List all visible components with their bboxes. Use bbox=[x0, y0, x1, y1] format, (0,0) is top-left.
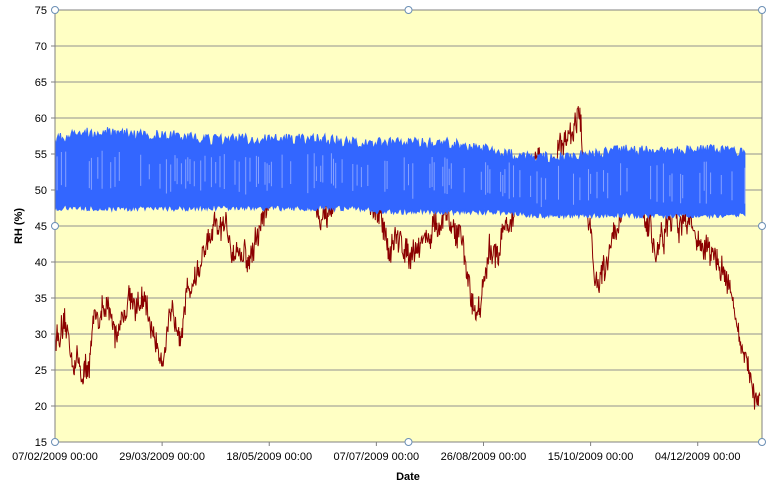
y-axis-title: RH (%) bbox=[13, 208, 25, 244]
y-tick-label: 65 bbox=[35, 77, 47, 89]
x-tick-label: 29/03/2009 00:00 bbox=[119, 451, 205, 463]
x-tick-label: 18/05/2009 00:00 bbox=[226, 451, 312, 463]
selection-handle[interactable] bbox=[758, 222, 766, 230]
x-axis: 07/02/2009 00:00 29/03/2009 00:00 18/05/20… bbox=[12, 442, 741, 463]
y-tick-label: 60 bbox=[35, 113, 47, 125]
y-tick-label: 25 bbox=[35, 365, 47, 377]
selection-handle[interactable] bbox=[404, 6, 413, 14]
y-tick-label: 55 bbox=[35, 149, 47, 161]
x-tick-label: 07/02/2009 00:00 bbox=[12, 451, 98, 463]
y-tick-label: 35 bbox=[35, 293, 47, 305]
selection-handle[interactable] bbox=[758, 6, 766, 14]
y-tick-label: 70 bbox=[35, 41, 47, 53]
y-tick-label: 75 bbox=[35, 5, 47, 17]
x-tick-label: 26/08/2009 00:00 bbox=[441, 451, 527, 463]
selection-handle[interactable] bbox=[51, 438, 59, 446]
x-axis-title: Date bbox=[396, 471, 420, 483]
selection-handle[interactable] bbox=[51, 222, 59, 230]
x-tick-label: 15/10/2009 00:00 bbox=[548, 451, 634, 463]
chart: 15 20 25 30 35 40 45 50 55 60 65 70 75 07/02/2009 00… bbox=[12, 5, 766, 483]
y-tick-label: 20 bbox=[35, 401, 47, 413]
y-tick-label: 45 bbox=[35, 221, 47, 233]
y-tick-label: 50 bbox=[35, 185, 47, 197]
x-tick-label: 07/07/2009 00:00 bbox=[334, 451, 420, 463]
y-tick-label: 40 bbox=[35, 257, 47, 269]
y-tick-label: 15 bbox=[35, 437, 47, 449]
selection-handle[interactable] bbox=[758, 438, 766, 446]
x-tick-label: 04/12/2009 00:00 bbox=[655, 451, 741, 463]
y-tick-label: 30 bbox=[35, 329, 47, 341]
selection-handle[interactable] bbox=[51, 6, 59, 14]
selection-handle[interactable] bbox=[404, 438, 413, 446]
